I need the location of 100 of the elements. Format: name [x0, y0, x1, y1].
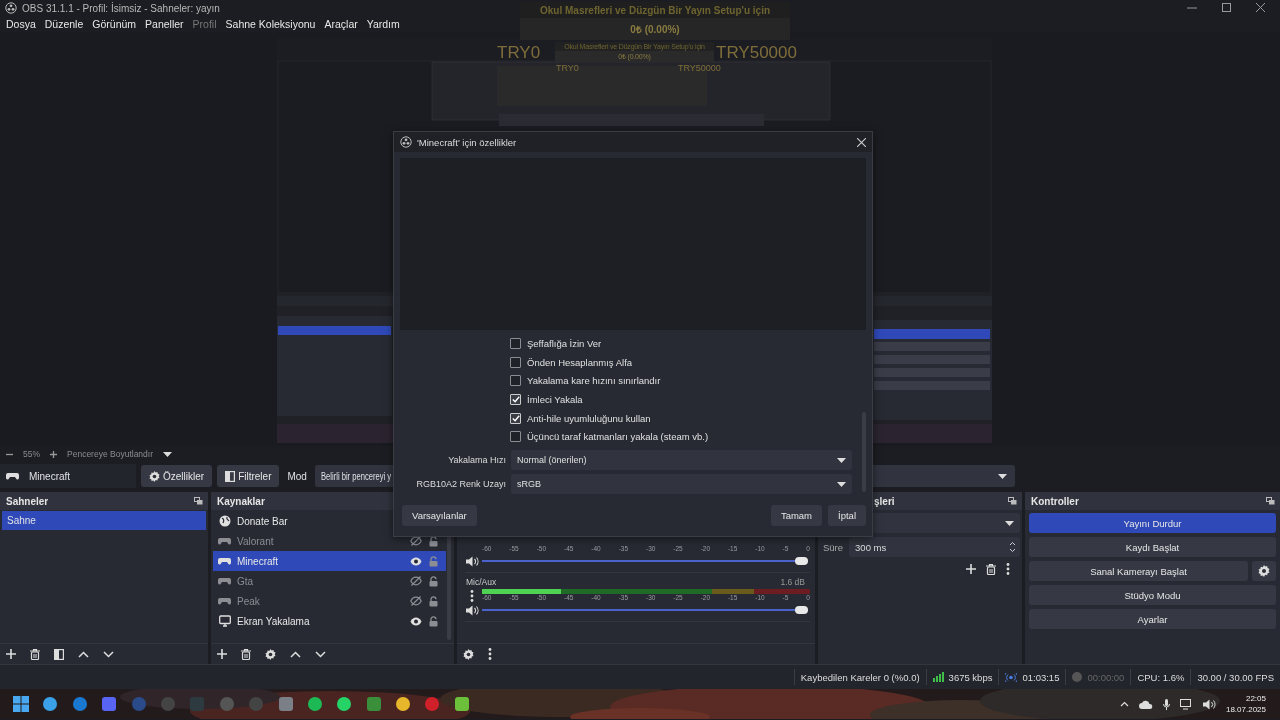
speaker-icon[interactable]	[465, 604, 479, 616]
speaker-icon[interactable]	[465, 555, 479, 567]
control-button[interactable]: Ayarlar	[1029, 609, 1276, 629]
source-item[interactable]: Valorant	[213, 531, 446, 551]
source-item[interactable]: Minecraft	[213, 551, 446, 571]
defaults-button[interactable]: Varsayılanlar	[402, 505, 477, 526]
checkbox[interactable]	[510, 337, 521, 349]
checkbox-label: Üçüncü taraf katmanları yakala (steam vb.)	[527, 431, 709, 443]
control-button[interactable]: Stüdyo Modu	[1029, 585, 1276, 605]
scene-item[interactable]: Sahne	[2, 511, 206, 530]
eye-icon[interactable]	[410, 556, 422, 566]
trash-icon[interactable]	[30, 648, 40, 660]
duration-field[interactable]: 300 ms	[849, 537, 1020, 557]
checkbox-label: Önden Hesaplanmış Alfa	[527, 356, 633, 368]
checkbox[interactable]	[510, 375, 521, 387]
add-icon[interactable]	[217, 649, 227, 659]
network-icon[interactable]	[1179, 698, 1193, 710]
caret-icon	[837, 457, 846, 463]
taskbar-app-icon[interactable]	[101, 696, 118, 712]
volume-slider[interactable]	[482, 603, 808, 617]
zoom-in-icon[interactable]	[50, 450, 57, 458]
menu-item[interactable]: Düzenle	[41, 18, 87, 30]
checkbox[interactable]	[510, 412, 521, 424]
volume-slider[interactable]	[482, 554, 808, 568]
donate-minimum: TRY0	[497, 43, 541, 63]
eye-slash-icon[interactable]	[410, 596, 422, 606]
gamepad-icon	[218, 537, 231, 545]
menu-item[interactable]: Sahne Koleksiyonu	[222, 18, 319, 30]
undock-icon[interactable]	[194, 497, 203, 505]
menu-item[interactable]: Yardım	[363, 18, 403, 30]
donate-goal: TRY50000	[716, 43, 797, 63]
app-logo-icon	[5, 2, 17, 14]
zoom-level: 55%	[23, 449, 40, 459]
microphone-icon[interactable]	[1162, 698, 1170, 710]
gamepad-icon	[218, 557, 231, 565]
control-button[interactable]: Sanal Kamerayı Başlat	[1029, 561, 1248, 581]
more-options-icon[interactable]	[488, 648, 492, 660]
caret-icon	[837, 481, 846, 487]
close-icon[interactable]	[857, 137, 866, 147]
source-item[interactable]: Gta	[213, 571, 446, 591]
window-title: OBS 31.1.1 - Profil: İsimsiz - Sahneler: yayın	[22, 2, 220, 14]
more-options-icon[interactable]	[1006, 563, 1010, 575]
ok-button[interactable]: Tamam	[770, 505, 823, 526]
spin-arrows-icon[interactable]	[1009, 541, 1016, 553]
checkbox-label: İmleci Yakala	[527, 393, 583, 405]
caret-icon	[997, 473, 1007, 479]
eye-slash-icon[interactable]	[410, 576, 422, 586]
settings-icon[interactable]	[265, 648, 276, 660]
eye-icon[interactable]	[410, 616, 422, 626]
more-options-icon[interactable]	[470, 590, 474, 602]
maximize-icon[interactable]	[1222, 3, 1231, 12]
menu-item[interactable]: Görünüm	[89, 18, 140, 30]
cloud-icon[interactable]	[1138, 699, 1153, 709]
undock-icon[interactable]	[1008, 497, 1017, 505]
gear-icon[interactable]	[1258, 565, 1270, 577]
cancel-button[interactable]: İptal	[828, 505, 866, 526]
mixer-settings-icon[interactable]	[463, 648, 474, 660]
undock-icon[interactable]	[1266, 497, 1275, 505]
filter-icon[interactable]	[54, 648, 64, 660]
dropdown-field[interactable]: Normal (önerilen)	[511, 450, 852, 471]
dialog-title: 'Minecraft' için özellikler	[417, 136, 518, 148]
trash-icon[interactable]	[986, 563, 996, 575]
menu-item[interactable]: Paneller	[142, 18, 187, 30]
control-button[interactable]: Yayını Durdur	[1029, 513, 1276, 533]
source-item[interactable]: Ekran Yakalama	[213, 611, 446, 631]
chevron-up-icon[interactable]	[1119, 701, 1129, 707]
lock-icon[interactable]	[429, 575, 438, 587]
clock-date: 18.07.2025	[1225, 704, 1266, 715]
close-icon[interactable]	[1256, 3, 1265, 12]
menu-item[interactable]: Dosya	[3, 18, 39, 30]
dropdown-field[interactable]: sRGB	[511, 474, 852, 495]
add-icon[interactable]	[6, 649, 16, 659]
properties-button[interactable]: Özellikler	[141, 465, 213, 487]
field-label: Yakalama Hızı	[447, 455, 506, 466]
fit-to-window-button[interactable]: Pencereye Boyutlandır	[67, 449, 153, 459]
control-button[interactable]: Kaydı Başlat	[1029, 537, 1276, 557]
menu-item[interactable]: Araçlar	[321, 18, 361, 30]
add-icon[interactable]	[966, 564, 976, 574]
lock-icon[interactable]	[429, 595, 438, 607]
trash-icon[interactable]	[241, 648, 251, 660]
globe-icon	[218, 515, 231, 527]
slider-handle[interactable]	[795, 557, 808, 565]
source-item[interactable]: Peak	[213, 591, 446, 611]
checkbox[interactable]	[510, 431, 521, 443]
gear-icon[interactable]	[149, 470, 160, 482]
filters-button[interactable]: Filtreler	[217, 465, 280, 487]
donate-goal: TRY50000	[678, 63, 721, 73]
checkbox[interactable]	[510, 393, 521, 405]
lock-icon[interactable]	[429, 615, 438, 627]
app-logo-icon	[400, 136, 412, 148]
duration-label: Süre	[823, 541, 844, 553]
filter-icon[interactable]	[225, 470, 236, 482]
settings-button[interactable]	[1252, 561, 1276, 581]
start-icon[interactable]	[13, 696, 29, 712]
volume-icon[interactable]	[1202, 698, 1216, 710]
slider-handle[interactable]	[795, 606, 808, 614]
checkbox[interactable]	[510, 356, 521, 368]
lock-icon[interactable]	[429, 535, 438, 547]
panel-title: Kaynaklar	[217, 495, 265, 507]
record-time: 00:00:00	[1087, 671, 1125, 683]
